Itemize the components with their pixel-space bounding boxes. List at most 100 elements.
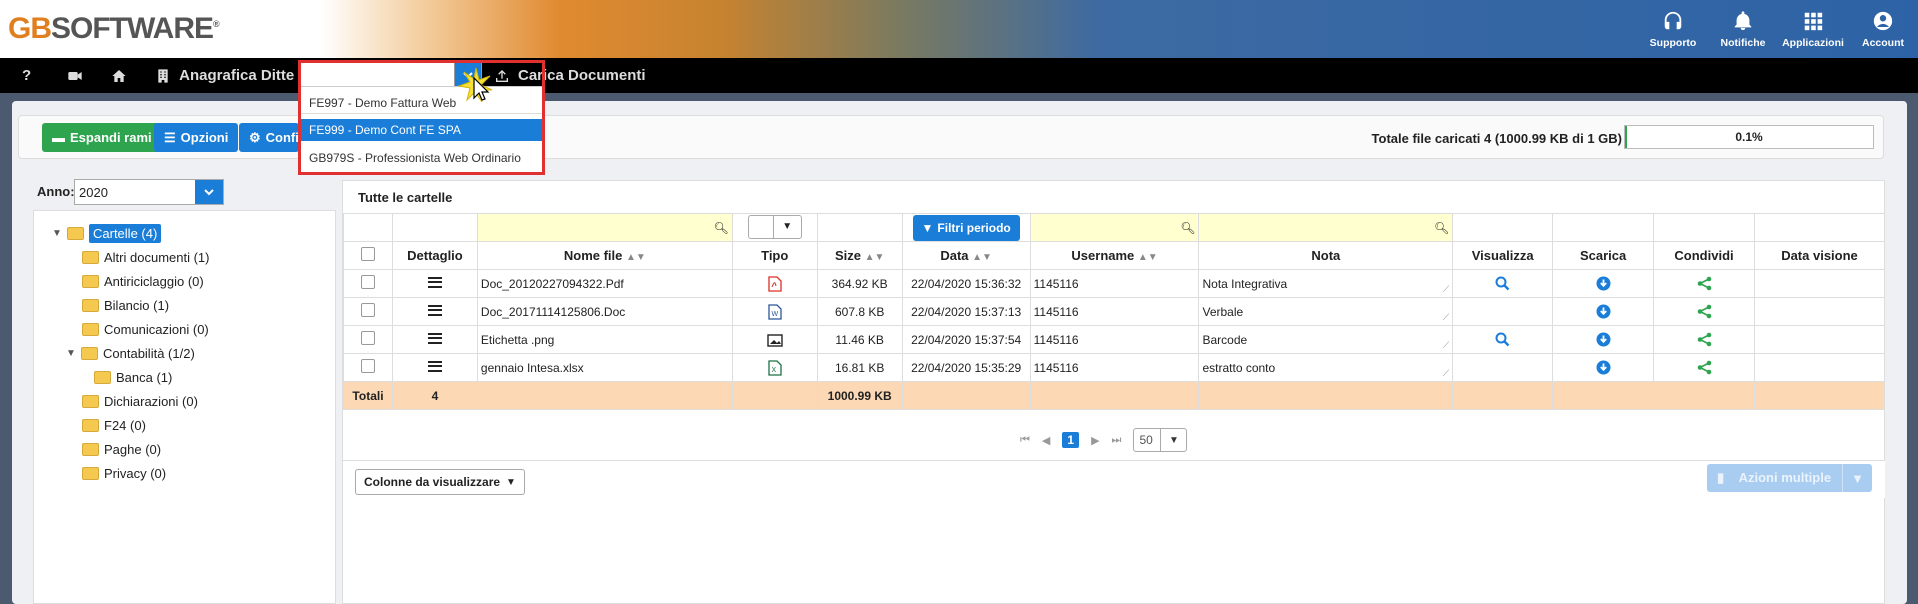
cell-nota[interactable]: Nota Integrativa ⟋ (1198, 269, 1454, 298)
menu-icon[interactable] (427, 332, 442, 344)
download-circle-icon[interactable] (1596, 276, 1611, 291)
table-row[interactable]: gennaio Intesa.xlsx X 16.81 KB 22/04/2020 1… (343, 353, 1886, 382)
resize-handle-icon[interactable]: ⟋ (1443, 340, 1449, 351)
menu-icon[interactable] (427, 304, 442, 316)
cell-data-visione (1753, 269, 1886, 298)
table-row[interactable]: Doc_20171114125806.Doc W 607.8 KB 22/04/202… (343, 297, 1886, 326)
col-nota: Nota (1198, 241, 1454, 270)
cell-data: 22/04/2020 15:37:54 (901, 325, 1031, 354)
filtri-periodo-button[interactable]: ▼ Filtri periodo (912, 214, 1020, 241)
opzioni-button[interactable]: ☰ Opzioni (154, 123, 239, 152)
account-circle-icon (1873, 11, 1893, 30)
anno-dropdown-button[interactable] (195, 180, 223, 204)
row-checkbox[interactable] (360, 359, 375, 373)
page-size-select[interactable]: 50 ▼ (1133, 428, 1188, 452)
folder-icon (82, 298, 99, 312)
filter-row: 🔍︎ ▼ ▼ Filtri periodo 🔍︎ 🔍︎ (343, 213, 1886, 242)
table-row[interactable]: Doc_20120227094322.Pdf 364.92 KB 22/04/202… (343, 269, 1886, 298)
magnifier-icon[interactable] (1495, 276, 1510, 291)
tree-node-antiriciclaggio[interactable]: Antiriciclaggio (0) (82, 271, 204, 291)
resize-handle-icon[interactable]: ⟋ (1443, 284, 1449, 295)
tree-node-f24[interactable]: F24 (0) (82, 415, 146, 435)
current-page[interactable]: 1 (1062, 432, 1080, 448)
caret-down-icon[interactable]: ▼ (52, 228, 62, 239)
share-icon[interactable] (1697, 304, 1712, 319)
filter-tipo[interactable]: ▼ (731, 213, 818, 242)
home-button[interactable] (97, 58, 141, 93)
sort-icon[interactable]: ▲▼ (972, 252, 992, 263)
support-button[interactable]: Supporto (1638, 0, 1708, 58)
tree-node-contabilita[interactable]: ▼ Contabilità (1/2) (66, 343, 195, 363)
notifications-button[interactable]: Notifiche (1708, 0, 1778, 58)
search-icon: 🔍︎ (713, 220, 729, 235)
download-circle-icon[interactable] (1596, 304, 1611, 319)
resize-handle-icon[interactable]: ⟋ (1443, 368, 1449, 379)
last-page-icon[interactable]: ⏭ (1112, 434, 1122, 447)
cell-nota[interactable]: Verbale ⟋ (1198, 297, 1454, 326)
filter-username[interactable]: 🔍︎ (1029, 213, 1200, 242)
video-button[interactable] (53, 58, 97, 93)
configurazione-button[interactable]: ⚙ Confi (239, 123, 299, 152)
totals-row: Totali 4 1000.99 KB (343, 381, 1886, 410)
filter-nome-file[interactable]: 🔍︎ (476, 213, 733, 242)
gear-icon: ⚙ (249, 129, 261, 145)
next-page-icon[interactable]: ▶ (1091, 434, 1099, 447)
tree-node-privacy[interactable]: Privacy (0) (82, 463, 166, 483)
select-all-checkbox[interactable] (360, 247, 375, 261)
tree-node-paghe[interactable]: Paghe (0) (82, 439, 161, 459)
tree-node-banca[interactable]: Banca (1) (94, 367, 172, 387)
folder-icon (82, 442, 99, 456)
menu-icon[interactable] (427, 276, 442, 288)
totals-label: Totali (343, 381, 393, 410)
download-circle-icon[interactable] (1596, 332, 1611, 347)
caret-down-icon[interactable]: ▼ (66, 348, 76, 359)
cell-username: 1145116 (1029, 269, 1200, 298)
help-button[interactable]: ? (0, 58, 53, 93)
share-icon[interactable] (1697, 276, 1712, 291)
menu-icon[interactable] (427, 360, 442, 372)
tipo-select[interactable]: ▼ (747, 214, 802, 239)
magnifier-icon[interactable] (1495, 332, 1510, 347)
sort-icon[interactable]: ▲▼ (1138, 252, 1158, 263)
col-data[interactable]: Data ▲▼ (901, 241, 1031, 270)
espandi-rami-button[interactable]: ▬ Espandi rami (42, 123, 162, 152)
share-icon[interactable] (1697, 332, 1712, 347)
tree-node-bilancio[interactable]: Bilancio (1) (82, 295, 169, 315)
prev-page-icon[interactable]: ◀ (1042, 434, 1050, 447)
filter-nota[interactable]: 🔍︎ (1198, 213, 1454, 242)
col-username[interactable]: Username ▲▼ (1029, 241, 1200, 270)
col-nome-file[interactable]: Nome file ▲▼ (476, 241, 733, 270)
chevron-down-icon[interactable]: ▼ (1842, 464, 1872, 492)
account-button[interactable]: Account (1848, 0, 1918, 58)
cell-nome-file: Doc_20120227094322.Pdf (476, 269, 733, 298)
cell-nota[interactable]: estratto conto ⟋ (1198, 353, 1454, 382)
tree-node-cartelle[interactable]: ▼ Cartelle (4) (52, 223, 162, 243)
share-icon[interactable] (1697, 360, 1712, 375)
table-row[interactable]: Etichetta .png 11.46 KB 22/04/2020 15:37:5… (343, 325, 1886, 354)
sort-icon[interactable]: ▲▼ (626, 252, 646, 263)
colonne-button[interactable]: Colonne da visualizzare ▼ (355, 469, 525, 495)
anno-select[interactable]: 2020 (74, 179, 224, 205)
cell-nota[interactable]: Barcode ⟋ (1198, 325, 1454, 354)
row-checkbox[interactable] (360, 303, 375, 317)
resize-handle-icon[interactable]: ⟋ (1443, 312, 1449, 323)
download-circle-icon[interactable] (1596, 360, 1611, 375)
gb-software-logo[interactable]: GBSOFTWARE® (8, 12, 220, 46)
anagrafica-ditte-menu[interactable]: Anagrafica Ditte (141, 58, 308, 93)
applications-button[interactable]: Applicazioni (1778, 0, 1848, 58)
tree-node-altri-documenti[interactable]: Altri documenti (1) (82, 247, 209, 267)
row-checkbox[interactable] (360, 331, 375, 345)
sort-icon[interactable]: ▲▼ (865, 252, 885, 263)
tree-node-comunicazioni[interactable]: Comunicazioni (0) (82, 319, 209, 339)
cell-data-visione (1753, 297, 1886, 326)
cell-nome-file: Doc_20171114125806.Doc (476, 297, 733, 326)
tree-node-dichiarazioni[interactable]: Dichiarazioni (0) (82, 391, 198, 411)
cell-username: 1145116 (1029, 297, 1200, 326)
chevron-down-icon: ▼ (1160, 429, 1186, 451)
first-page-icon[interactable]: ⏮ (1020, 434, 1030, 447)
totals-count: 4 (391, 381, 478, 410)
row-checkbox[interactable] (360, 275, 375, 289)
col-size[interactable]: Size ▲▼ (816, 241, 903, 270)
cell-data-visione (1753, 353, 1886, 382)
azioni-multiple-button[interactable]: ▮ Azioni multiple ▼ (1707, 464, 1872, 492)
